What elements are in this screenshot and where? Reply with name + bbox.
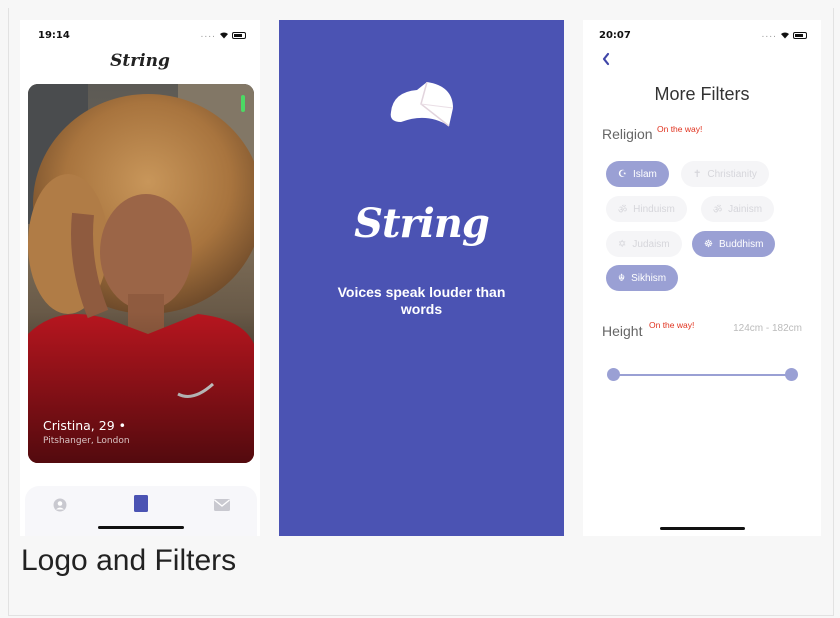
brand-logo: String: [110, 51, 170, 71]
home-indicator: [98, 526, 184, 529]
om-icon: ॐ: [618, 205, 628, 216]
chip-christianity[interactable]: ✝ Christianity: [681, 161, 769, 187]
tagline: Voices speak louder than words: [337, 284, 506, 317]
card-icon[interactable]: [134, 495, 148, 512]
status-time: 20:07: [599, 30, 631, 41]
profile-icon[interactable]: [53, 498, 67, 512]
profile-photo: [28, 84, 254, 463]
page-title: More Filters: [654, 84, 750, 104]
status-bar: 19:14 ....: [38, 30, 246, 44]
cross-icon: ✝: [693, 168, 702, 180]
back-chevron-icon[interactable]: [601, 52, 611, 66]
chip-buddhism[interactable]: ☸ Buddhism: [692, 231, 776, 257]
status-icons: ....: [762, 30, 807, 40]
wifi-icon: [781, 32, 789, 39]
status-bar: 20:07 ....: [599, 30, 807, 44]
dharma-wheel-icon: ☸: [704, 238, 713, 250]
online-indicator: [241, 95, 245, 112]
height-label: Height: [602, 323, 643, 339]
filters-screen: 20:07 .... More Filters Religion On the …: [583, 20, 821, 536]
religion-label: Religion: [602, 126, 653, 142]
star-of-david-icon: ✡: [618, 238, 627, 250]
height-range-value: 124cm - 182cm: [733, 323, 802, 334]
brand-logo-large: String: [354, 200, 490, 247]
profile-location: Pitshanger, London: [43, 436, 130, 446]
home-indicator: [660, 527, 745, 530]
battery-icon: [793, 31, 807, 39]
crescent-icon: ☪: [618, 168, 627, 180]
profile-screen: 19:14 .... String Cristina, 29 • Pitshan…: [20, 20, 260, 536]
chip-hinduism[interactable]: ॐ Hinduism: [606, 196, 687, 222]
chip-judaism[interactable]: ✡ Judaism: [606, 231, 682, 257]
profile-name: Cristina, 29 •: [43, 418, 127, 433]
splash-screen: String Voices speak louder than words: [279, 20, 564, 536]
chip-islam[interactable]: ☪ Islam: [606, 161, 669, 187]
status-icons: ....: [201, 30, 246, 40]
mail-icon[interactable]: [214, 498, 230, 512]
height-slider-max-handle[interactable]: [785, 368, 798, 381]
wifi-icon: [220, 32, 228, 39]
status-time: 19:14: [38, 30, 70, 41]
chip-sikhism[interactable]: ☬ Sikhism: [606, 265, 679, 291]
height-slider-track[interactable]: [613, 374, 791, 376]
height-coming-soon-badge: On the way!: [649, 320, 695, 330]
paper-plane-icon: [390, 82, 454, 127]
battery-icon: [232, 31, 246, 39]
profile-card[interactable]: Cristina, 29 • Pitshanger, London: [28, 84, 254, 463]
height-slider-min-handle[interactable]: [607, 368, 620, 381]
showcase-caption: Logo and Filters: [21, 544, 237, 577]
signal-icon: ....: [200, 30, 216, 40]
om-icon: ॐ: [713, 205, 723, 216]
signal-icon: ....: [761, 30, 777, 40]
khanda-icon: ☬: [618, 272, 626, 284]
chip-jainism[interactable]: ॐ Jainism: [701, 196, 775, 222]
religion-coming-soon-badge: On the way!: [657, 124, 703, 134]
